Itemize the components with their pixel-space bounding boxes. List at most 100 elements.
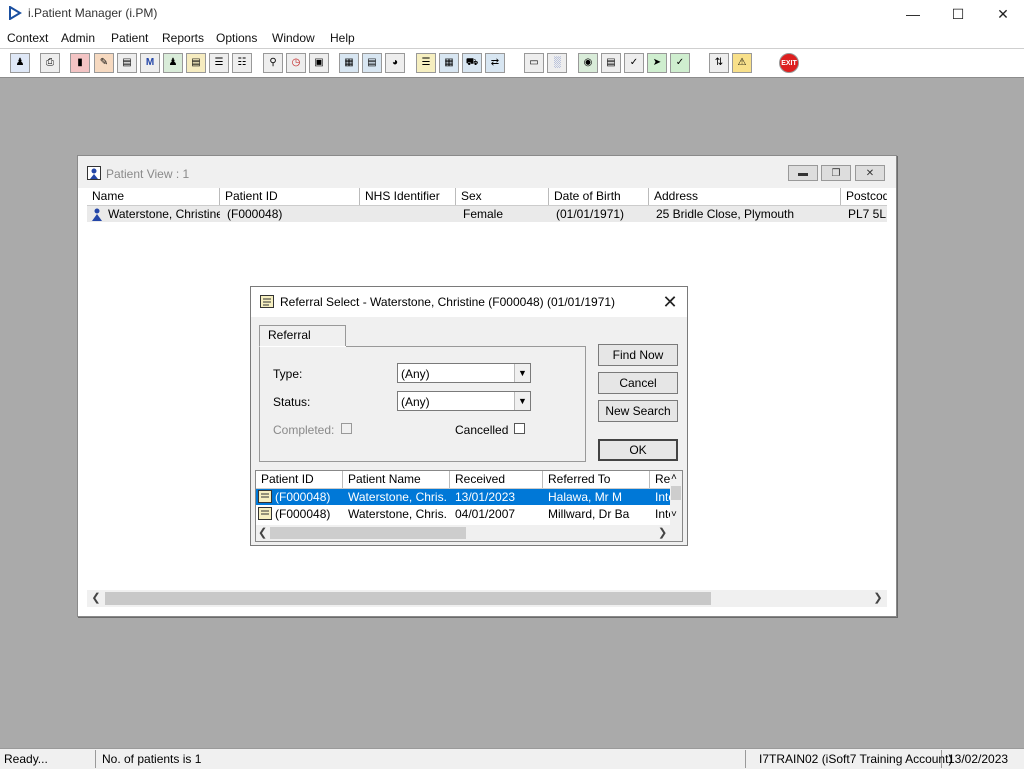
toolbar: ♟ ⎙ ▮ ✎ ▤ M ♟ ▤ ☰ ☷ ⚲ ◷ ▣ ▦ ▤ ◕ ☰ ▦ ⛟ ⇄ … [0,48,1024,78]
close-button[interactable]: ✕ [980,0,1024,28]
referral-list-header: Patient ID Patient Name Received Referre… [256,471,682,489]
green-arrow-icon[interactable]: ➤ [647,53,667,73]
column-referred-to[interactable]: Referred To [543,471,650,488]
green-check-icon[interactable]: ✓ [670,53,690,73]
patient-icon [87,166,101,180]
mdi-minimize-button[interactable]: ▬ [788,165,818,181]
notes-icon[interactable]: ▤ [117,53,137,73]
tab-referral-details[interactable]: Referral Details [259,325,346,361]
chevron-down-icon[interactable]: ▼ [514,392,530,410]
monitor-icon[interactable]: ▣ [309,53,329,73]
column-patient-name[interactable]: Patient Name [343,471,450,488]
mdi-restore-button[interactable]: ❐ [821,165,851,181]
scroll-left-icon[interactable]: ❮ [89,591,103,606]
find-now-button[interactable]: Find Now [598,344,678,366]
column-patient-id[interactable]: Patient ID [220,188,360,205]
table-row[interactable]: Waterstone, Christine... (F000048) Femal… [87,206,887,222]
column-name[interactable]: Name [87,188,220,205]
maximize-button[interactable]: ☐ [935,0,981,28]
column-nhs-identifier[interactable]: NHS Identifier [360,188,456,205]
table-row[interactable]: (F000048) Waterstone, Chris... 04/01/200… [256,506,670,522]
menu-patient[interactable]: Patient [111,31,148,45]
folder-icon[interactable]: ▤ [362,53,382,73]
check-icon[interactable]: ✓ [624,53,644,73]
scroll-thumb[interactable] [105,592,711,605]
referral-patient-id: (F000048) [275,490,331,504]
scroll-right-icon[interactable]: ❯ [658,526,667,539]
scroll-left-icon[interactable]: ❮ [258,526,267,539]
column-address[interactable]: Address [649,188,841,205]
status-select[interactable]: (Any) ▼ [397,391,531,411]
page-icon[interactable]: ▭ [524,53,544,73]
vertical-scrollbar[interactable]: ˄ ˅ [670,471,682,525]
column-patient-id[interactable]: Patient ID [256,471,343,488]
ambulance-icon[interactable]: ⛟ [462,53,482,73]
clock-icon[interactable]: ◷ [286,53,306,73]
cancel-button[interactable]: Cancel [598,372,678,394]
table-row[interactable]: (F000048) Waterstone, Chris... 13/01/202… [256,489,670,505]
mdi-close-button[interactable]: ✕ [855,165,885,181]
scroll-thumb[interactable] [270,527,466,539]
menu-context[interactable]: Context [7,31,48,45]
referral-list: Patient ID Patient Name Received Referre… [255,470,683,542]
letter-m-icon[interactable]: M [140,53,160,73]
app-title: i.Patient Manager (i.PM) [28,6,158,20]
close-icon[interactable]: ✕ [659,291,681,313]
waiting-list-icon[interactable]: ☰ [209,53,229,73]
column-re[interactable]: Re [650,471,670,488]
scroll-down-icon[interactable]: ˅ [671,509,677,520]
search-list-icon[interactable]: ⚲ [263,53,283,73]
dial-icon[interactable]: ◕ [385,53,405,73]
app-titlebar: i.Patient Manager (i.PM) — ☐ ✕ [0,0,1024,28]
dialog-title: Referral Select - Waterstone, Christine … [280,295,616,309]
transfer-icon[interactable]: ⇄ [485,53,505,73]
menu-admin[interactable]: Admin [61,31,95,45]
ok-button[interactable]: OK [598,439,678,461]
swap-icon[interactable]: ⇅ [709,53,729,73]
referral-icon[interactable]: ✎ [94,53,114,73]
ward-icon[interactable]: ☷ [232,53,252,73]
new-search-button[interactable]: New Search [598,400,678,422]
type-select[interactable]: (Any) ▼ [397,363,531,383]
referral-patient-name: Waterstone, Chris... [348,507,446,521]
cancelled-checkbox[interactable] [514,423,525,434]
bar-chart-icon[interactable]: ░ [547,53,567,73]
status-date: 13/02/2023 [948,752,1009,766]
column-postcode[interactable]: Postcod [841,188,887,205]
globe-icon[interactable]: ◉ [578,53,598,73]
referral-select-dialog: Referral Select - Waterstone, Christine … [250,286,688,546]
horizontal-scrollbar[interactable]: ❮ ❯ [256,525,682,541]
menu-bar: Context Admin Patient Reports Options Wi… [0,28,1024,48]
menu-window[interactable]: Window [272,31,315,45]
scroll-up-icon[interactable]: ˄ [671,472,677,483]
warning-icon[interactable]: ⚠ [732,53,752,73]
referral-patient-name: Waterstone, Chris... [348,490,446,504]
scroll-right-icon[interactable]: ❯ [871,591,885,606]
document-icon[interactable]: ▤ [186,53,206,73]
exit-icon[interactable]: EXIT [779,53,799,73]
horizontal-scrollbar[interactable]: ❮ ❯ [87,590,887,607]
completed-checkbox[interactable] [341,423,352,434]
book-icon[interactable]: ▮ [70,53,90,73]
menu-reports[interactable]: Reports [162,31,204,45]
referral-re: Inte [655,490,670,504]
menu-help[interactable]: Help [330,31,355,45]
patient-address: 25 Bridle Close, Plymouth [656,207,795,221]
minimize-button[interactable]: — [890,0,936,28]
chevron-down-icon[interactable]: ▼ [514,364,530,382]
column-received[interactable]: Received [450,471,543,488]
notepad-icon[interactable]: ☰ [416,53,436,73]
printer-icon[interactable]: ⎙ [40,53,60,73]
chart-icon[interactable]: ▦ [339,53,359,73]
records-icon[interactable]: ▤ [601,53,621,73]
patient-icon[interactable]: ♟ [10,53,30,73]
patient-name: Waterstone, Christine... [108,207,220,221]
menu-options[interactable]: Options [216,31,257,45]
referral-icon [258,490,272,503]
column-date-of-birth[interactable]: Date of Birth [549,188,649,205]
column-sex[interactable]: Sex [456,188,549,205]
form-icon[interactable]: ▦ [439,53,459,73]
scroll-thumb[interactable] [671,486,681,500]
doctor-icon[interactable]: ♟ [163,53,183,73]
patient-list-header: Name Patient ID NHS Identifier Sex Date … [87,188,887,206]
